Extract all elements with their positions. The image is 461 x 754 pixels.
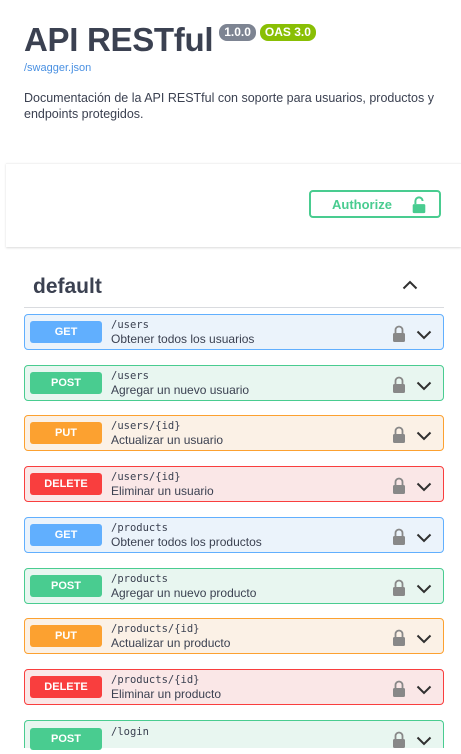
version-badge: 1.0.0 [219,24,256,41]
authorize-button[interactable]: Authorize [309,190,441,218]
operation-path: /users [111,369,149,382]
operation-get-products[interactable]: GET/products Obtener todos los productos [24,517,444,553]
page-title: API RESTful [24,21,214,58]
chevron-down-icon[interactable] [416,428,432,446]
authorize-label: Authorize [332,196,392,212]
operation-summary: Eliminar un producto [111,686,222,701]
operation-summary: Agregar un nuevo usuario [111,382,250,397]
operation-text: /products/{id} Eliminar un producto [111,674,221,701]
tag-name: default [33,274,102,298]
chevron-down-icon[interactable] [416,327,432,345]
method-badge: POST [30,728,102,750]
chevron-down-icon[interactable] [416,378,432,396]
scheme-container: Authorize [6,163,461,247]
lock-icon[interactable] [392,579,406,602]
operation-delete-users-id[interactable]: DELETE/users/{id} Eliminar un usuario [24,466,444,502]
chevron-down-icon[interactable] [416,479,432,497]
chevron-down-icon[interactable] [416,631,432,649]
lock-icon[interactable] [392,731,406,754]
method-badge: POST [30,372,102,394]
operation-path: /users [111,318,149,331]
operation-summary: Actualizar un producto [111,635,231,650]
operation-path: /products/{id} [111,622,200,635]
method-badge: DELETE [30,676,102,698]
operation-post-products[interactable]: POST/products Agregar un nuevo producto [24,568,444,604]
operation-text: /users Obtener todos los usuarios [111,319,254,346]
chevron-down-icon[interactable] [416,733,432,751]
lock-icon[interactable] [392,325,406,348]
method-badge: GET [30,321,102,343]
operation-summary: Eliminar un usuario [111,483,214,498]
operation-summary: Obtener todos los productos [111,534,262,549]
lock-icon[interactable] [392,680,406,703]
operation-path: /users/{id} [111,470,181,483]
operation-path: /users/{id} [111,419,181,432]
method-badge: GET [30,524,102,546]
operation-post-users[interactable]: POST/users Agregar un nuevo usuario [24,365,444,401]
chevron-up-icon[interactable] [402,280,418,290]
operation-path: /login [111,726,149,738]
operation-post-login[interactable]: POST/login [24,720,444,751]
operation-text: /products Obtener todos los productos [111,522,262,549]
operation-path: /products [111,572,168,585]
method-badge: POST [30,575,102,597]
operation-put-products-id[interactable]: PUT/products/{id} Actualizar un producto [24,618,444,654]
operation-text: /users/{id} Actualizar un usuario [111,420,223,447]
title-row: API RESTful 1.0.0 OAS 3.0 [24,20,444,60]
lock-icon[interactable] [392,629,406,652]
operation-summary: Actualizar un usuario [111,432,224,447]
chevron-down-icon[interactable] [416,581,432,599]
operation-text: /products Agregar un nuevo producto [111,573,256,600]
operation-get-users[interactable]: GET/users Obtener todos los usuarios [24,314,444,350]
lock-icon[interactable] [392,528,406,551]
operation-put-users-id[interactable]: PUT/users/{id} Actualizar un usuario [24,415,444,451]
operation-text: /login [111,726,149,739]
api-info: API RESTful 1.0.0 OAS 3.0 /swagger.json … [24,20,444,122]
method-badge: PUT [30,422,102,444]
lock-open-icon [412,196,426,214]
tag-section-header[interactable]: default [24,266,444,308]
operation-text: /products/{id} Actualizar un producto [111,623,230,650]
operation-text: /users Agregar un nuevo usuario [111,370,249,397]
chevron-down-icon[interactable] [416,530,432,548]
operation-path: /products/{id} [111,673,200,686]
operation-delete-products-id[interactable]: DELETE/products/{id} Eliminar un producto [24,669,444,705]
lock-icon[interactable] [392,376,406,399]
operation-summary: Agregar un nuevo producto [111,585,257,600]
oas-badge: OAS 3.0 [259,24,316,41]
method-badge: PUT [30,625,102,647]
spec-link[interactable]: /swagger.json [24,62,444,74]
operation-path: /products [111,521,168,534]
method-badge: DELETE [30,473,102,495]
lock-icon[interactable] [392,477,406,500]
chevron-down-icon[interactable] [416,682,432,700]
api-description: Documentación de la API RESTful con sopo… [24,91,434,121]
operation-summary: Obtener todos los usuarios [111,331,255,346]
lock-icon[interactable] [392,426,406,449]
operation-text: /users/{id} Eliminar un usuario [111,471,214,498]
